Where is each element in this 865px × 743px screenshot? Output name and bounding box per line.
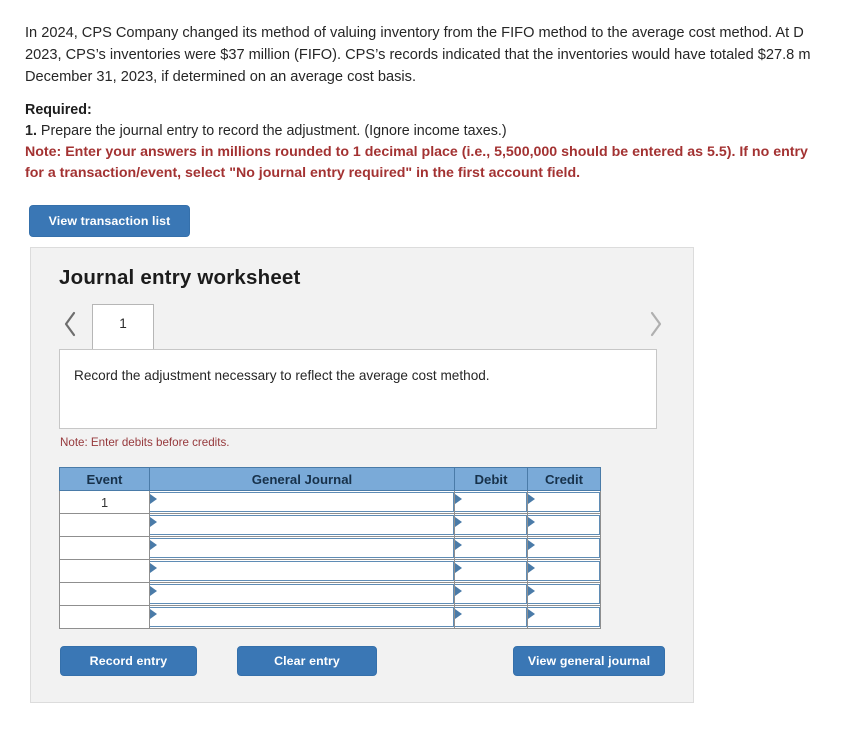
- credit-input[interactable]: [527, 513, 601, 537]
- account-select[interactable]: [150, 538, 454, 558]
- chevron-right-icon[interactable]: [645, 307, 667, 341]
- debit-input[interactable]: [454, 490, 528, 514]
- debit-input[interactable]: [454, 513, 528, 537]
- table-row: [59, 582, 601, 606]
- worksheet-tab-1[interactable]: 1: [92, 304, 154, 350]
- credit-input[interactable]: [527, 536, 601, 560]
- general-journal-input[interactable]: [149, 605, 455, 629]
- column-header-debit: Debit: [454, 467, 528, 491]
- table-row: [59, 513, 601, 537]
- credit-field[interactable]: [528, 607, 600, 627]
- column-header-credit: Credit: [527, 467, 601, 491]
- credit-field[interactable]: [528, 515, 600, 535]
- credit-input[interactable]: [527, 490, 601, 514]
- debit-input[interactable]: [454, 559, 528, 583]
- note-red-line-1: Note: Enter your answers in millions rou…: [25, 144, 808, 160]
- worksheet-tab-bar: 1: [59, 303, 667, 350]
- event-cell: [59, 513, 150, 537]
- journal-entry-table: Event General Journal Debit Credit 1: [59, 467, 601, 629]
- column-header-general-journal: General Journal: [149, 467, 455, 491]
- event-cell: [59, 536, 150, 560]
- debit-field[interactable]: [455, 538, 527, 558]
- account-select[interactable]: [150, 584, 454, 604]
- chevron-left-icon[interactable]: [59, 307, 81, 341]
- view-general-journal-button[interactable]: View general journal: [513, 646, 665, 676]
- general-journal-input[interactable]: [149, 490, 455, 514]
- general-journal-input[interactable]: [149, 559, 455, 583]
- view-transaction-list-button[interactable]: View transaction list: [29, 205, 190, 237]
- journal-entry-worksheet-panel: Journal entry worksheet 1 Record the adj…: [30, 247, 694, 703]
- account-select[interactable]: [150, 561, 454, 581]
- problem-statement: In 2024, CPS Company changed its method …: [25, 22, 865, 88]
- credit-field[interactable]: [528, 492, 600, 512]
- worksheet-description: Record the adjustment necessary to refle…: [59, 349, 657, 429]
- general-journal-input[interactable]: [149, 582, 455, 606]
- account-select[interactable]: [150, 515, 454, 535]
- problem-line-2: 2023, CPS’s inventories were $37 million…: [25, 47, 811, 63]
- credit-input[interactable]: [527, 582, 601, 606]
- credit-input[interactable]: [527, 559, 601, 583]
- credit-field[interactable]: [528, 584, 600, 604]
- event-cell: [59, 559, 150, 583]
- debit-field[interactable]: [455, 607, 527, 627]
- problem-line-3: December 31, 2023, if determined on an a…: [25, 69, 417, 85]
- credit-input[interactable]: [527, 605, 601, 629]
- table-row: [59, 559, 601, 583]
- debit-input[interactable]: [454, 605, 528, 629]
- required-item-text: Prepare the journal entry to record the …: [36, 123, 507, 139]
- event-cell: 1: [59, 490, 150, 514]
- account-select[interactable]: [150, 607, 454, 627]
- debit-field[interactable]: [455, 515, 527, 535]
- clear-entry-button[interactable]: Clear entry: [237, 646, 377, 676]
- event-cell: [59, 605, 150, 629]
- record-entry-button[interactable]: Record entry: [60, 646, 197, 676]
- debit-field[interactable]: [455, 492, 527, 512]
- debit-field[interactable]: [455, 584, 527, 604]
- table-header-row: Event General Journal Debit Credit: [59, 467, 601, 491]
- debit-field[interactable]: [455, 561, 527, 581]
- general-journal-input[interactable]: [149, 536, 455, 560]
- required-item-number: 1.: [25, 123, 37, 139]
- debits-before-credits-note: Note: Enter debits before credits.: [60, 436, 230, 449]
- debit-input[interactable]: [454, 536, 528, 560]
- table-row: [59, 536, 601, 560]
- event-cell: [59, 582, 150, 606]
- required-heading: Required:: [25, 102, 92, 118]
- credit-field[interactable]: [528, 561, 600, 581]
- column-header-event: Event: [59, 467, 150, 491]
- general-journal-input[interactable]: [149, 513, 455, 537]
- account-select[interactable]: [150, 492, 454, 512]
- table-row: 1: [59, 490, 601, 514]
- credit-field[interactable]: [528, 538, 600, 558]
- required-item-1: 1. Prepare the journal entry to record t…: [25, 121, 865, 142]
- debit-input[interactable]: [454, 582, 528, 606]
- table-row: [59, 605, 601, 629]
- problem-line-1: In 2024, CPS Company changed its method …: [25, 25, 804, 41]
- page-title: Journal entry worksheet: [59, 266, 301, 289]
- required-block: Required: 1. Prepare the journal entry t…: [25, 100, 865, 184]
- note-red-line-2: for a transaction/event, select "No jour…: [25, 165, 581, 181]
